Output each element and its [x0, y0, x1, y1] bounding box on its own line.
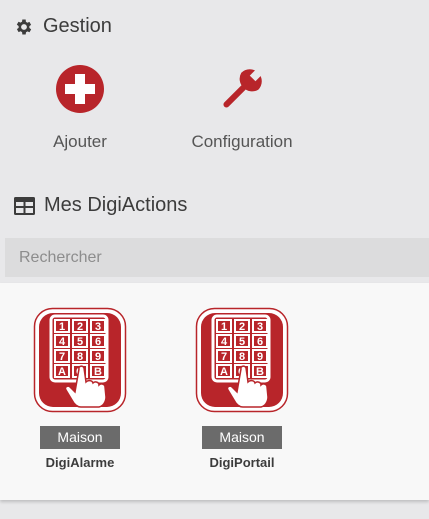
svg-text:5: 5 [77, 336, 83, 348]
svg-text:6: 6 [257, 336, 263, 348]
svg-text:7: 7 [221, 351, 227, 363]
card-badge: Maison [202, 426, 282, 449]
card-name: DigiPortail [209, 455, 275, 470]
plus-circle-icon [56, 65, 104, 113]
gestion-header: Gestion [14, 15, 112, 38]
svg-text:2: 2 [239, 321, 245, 333]
svg-text:8: 8 [77, 351, 83, 363]
digiactions-panel: 123 456 789 ACB Maison DigiAlarme [0, 283, 429, 500]
digiactions-title: Mes DigiActions [44, 194, 188, 216]
add-tile[interactable]: Ajouter [10, 64, 150, 152]
card-name: DigiAlarme [45, 455, 115, 470]
wrench-icon [223, 67, 264, 108]
svg-text:1: 1 [221, 321, 227, 333]
svg-text:B: B [94, 366, 102, 378]
svg-text:4: 4 [59, 336, 66, 348]
svg-text:3: 3 [95, 321, 101, 333]
svg-text:8: 8 [239, 351, 245, 363]
svg-text:9: 9 [257, 351, 263, 363]
add-tile-label: Ajouter [53, 132, 107, 151]
keypad-icon: 123 456 789 ACB [195, 307, 289, 413]
search-input[interactable] [5, 238, 429, 277]
svg-text:6: 6 [95, 336, 101, 348]
gear-icon [16, 19, 32, 34]
table-icon [14, 196, 35, 215]
svg-text:9: 9 [95, 351, 101, 363]
svg-text:A: A [58, 366, 66, 378]
configuration-tile[interactable]: Configuration [172, 64, 312, 152]
configuration-tile-label: Configuration [191, 132, 293, 151]
svg-text:5: 5 [239, 336, 245, 348]
keypad-icon: 123 456 789 ACB [33, 307, 127, 413]
digiportail-card[interactable]: 123 456 789 ACB Maison DigiPortail [192, 307, 292, 470]
svg-text:A: A [220, 366, 228, 378]
gestion-title: Gestion [43, 15, 112, 37]
svg-text:B: B [256, 366, 264, 378]
svg-text:2: 2 [77, 321, 83, 333]
digiactions-header: Mes DigiActions [14, 194, 187, 217]
digialarme-card[interactable]: 123 456 789 ACB Maison DigiAlarme [30, 307, 130, 470]
svg-text:3: 3 [257, 321, 263, 333]
svg-text:1: 1 [59, 321, 65, 333]
svg-text:7: 7 [59, 351, 65, 363]
card-badge: Maison [40, 426, 120, 449]
svg-text:4: 4 [221, 336, 228, 348]
